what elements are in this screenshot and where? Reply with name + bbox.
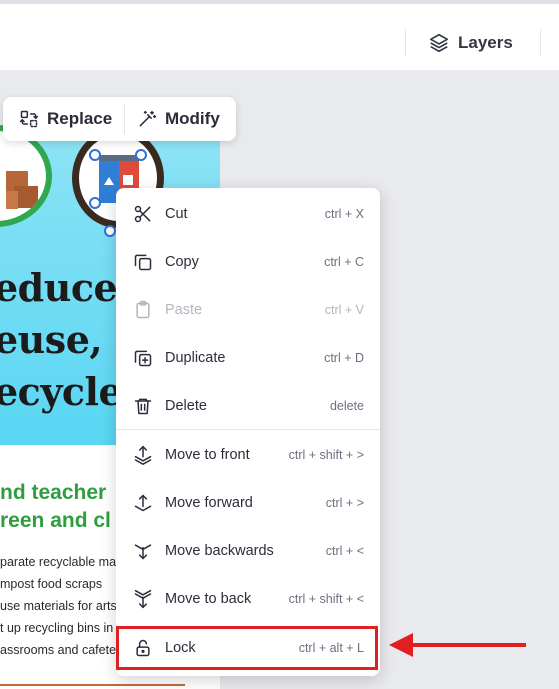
menu-item-label: Paste (165, 302, 203, 318)
list-item: assrooms and cafeter (0, 643, 121, 657)
menu-item-move-forward[interactable]: Move forward ctrl + > (116, 479, 380, 527)
layers-button[interactable]: Layers (428, 28, 513, 58)
list-item: mpost food scraps (0, 577, 103, 591)
shortcut-label: delete (329, 399, 364, 413)
move-to-back-icon (134, 589, 152, 609)
toolbar-divider (405, 29, 406, 56)
copy-icon (134, 254, 152, 271)
menu-item-label: Delete (165, 398, 207, 414)
layers-label: Layers (458, 33, 513, 52)
menu-item-label: Duplicate (165, 350, 226, 366)
toolbar-divider (124, 104, 125, 134)
clipboard-icon (136, 300, 150, 319)
menu-item-label: Move to back (165, 591, 252, 607)
modify-label: Modify (165, 109, 220, 128)
element-toolbar: Replace Modify (3, 97, 236, 141)
shortcut-label: ctrl + < (325, 544, 364, 558)
trash-icon (134, 398, 152, 415)
menu-item-cut[interactable]: Cut ctrl + X (116, 190, 380, 238)
menu-item-label: Move to front (165, 447, 250, 463)
list-item: use materials for arts (0, 599, 117, 613)
move-to-front-icon (134, 445, 152, 465)
menu-item-delete[interactable]: Delete delete (116, 382, 380, 430)
duplicate-icon (134, 350, 152, 367)
replace-button[interactable]: Replace (19, 97, 112, 141)
top-bar: Layers (0, 0, 559, 70)
shortcut-label: ctrl + shift + < (288, 592, 364, 606)
layers-icon (429, 33, 449, 53)
menu-item-move-backwards[interactable]: Move backwards ctrl + < (116, 527, 380, 575)
list-item: t up recycling bins in (0, 621, 114, 635)
selection-handle[interactable] (89, 149, 101, 161)
context-menu: Cut ctrl + X Copy ctrl + C Paste ctrl + … (116, 188, 380, 676)
menu-item-duplicate[interactable]: Duplicate ctrl + D (116, 334, 380, 382)
menu-item-label: Cut (165, 206, 188, 222)
menu-item-label: Copy (165, 254, 199, 270)
shortcut-label: ctrl + D (324, 351, 364, 365)
list-item: parate recyclable ma (0, 555, 117, 569)
menu-item-paste[interactable]: Paste ctrl + V (116, 286, 380, 334)
shortcut-label: ctrl + C (324, 255, 364, 269)
selection-handle[interactable] (135, 149, 147, 161)
selection-handle[interactable] (89, 197, 101, 209)
modify-button[interactable]: Modify (137, 97, 220, 141)
annotation-arrow (410, 643, 526, 647)
scissors-icon (134, 205, 151, 223)
menu-item-label: Move forward (165, 495, 253, 511)
shortcut-label: ctrl + > (325, 496, 364, 510)
annotation-arrow-head (389, 633, 413, 657)
shortcut-label: ctrl + shift + > (288, 448, 364, 462)
toolbar-divider (540, 29, 541, 56)
move-backward-icon (134, 544, 152, 560)
menu-item-label: Move backwards (165, 543, 274, 559)
menu-item-move-to-front[interactable]: Move to front ctrl + shift + > (116, 431, 380, 479)
shortcut-label: ctrl + V (324, 303, 364, 317)
replace-label: Replace (47, 109, 113, 128)
hero-line-1: educe, (0, 265, 130, 310)
replace-icon (19, 110, 39, 128)
rotate-handle[interactable] (104, 225, 116, 237)
annotation-highlight-box (116, 626, 378, 670)
divider (0, 684, 185, 686)
move-forward-icon (134, 494, 152, 512)
subheading-line-2: reen and cl (0, 509, 111, 532)
menu-divider (116, 429, 380, 430)
magic-wand-icon (139, 110, 157, 127)
shortcut-label: ctrl + X (324, 207, 364, 221)
menu-item-move-to-back[interactable]: Move to back ctrl + shift + < (116, 575, 380, 623)
subheading-line-1: nd teacher (0, 481, 107, 504)
menu-item-copy[interactable]: Copy ctrl + C (116, 238, 380, 286)
hero-line-2: euse, (0, 317, 103, 362)
